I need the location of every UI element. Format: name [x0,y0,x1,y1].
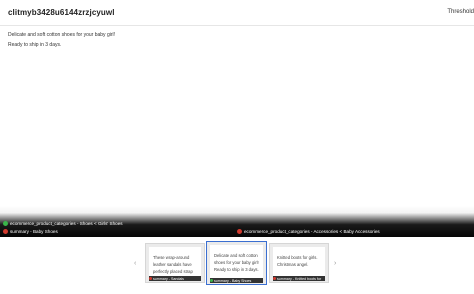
carousel-prev-icon[interactable]: ‹ [134,260,136,267]
red-dot-icon [3,229,8,234]
green-dot-icon [3,221,8,226]
summary-label-left: summary - Baby Shoes [3,229,58,234]
green-dot-icon [210,279,213,282]
card-footer-text: summary - Sandals [153,276,184,281]
category-label-right-text: ecommerce_product_categories - Accessori… [244,229,380,234]
threshold-label[interactable]: Threshold [447,9,474,15]
card-footer: summary - Knitted boots for [273,276,325,281]
card-text: Delicate and soft cotton shoes for your … [210,245,263,279]
content-line-2: Ready to ship in 3 days. [8,42,62,48]
carousel-card[interactable]: Knitted boots for girls. Christmas angel… [269,243,329,283]
card-text: These wrap-around leather sandals have p… [149,247,201,277]
record-header: clitmyb3428u6144zrzjcyuwl Threshold [0,0,474,26]
category-label-left: ecommerce_product_categories - Shoes < G… [3,221,123,226]
carousel-card-selected[interactable]: Delicate and soft cotton shoes for your … [206,241,267,285]
red-dot-icon [149,277,152,280]
card-footer-text: summary - Baby Shoes [214,278,252,283]
record-content: Delicate and soft cotton shoes for your … [8,30,448,50]
card-text: Knitted boots for girls. Christmas angel… [273,247,325,277]
record-id-title: clitmyb3428u6144zrzjcyuwl [8,8,115,17]
carousel-next-icon[interactable]: › [334,260,336,267]
card-footer-text: summary - Knitted boots for [277,276,322,281]
summary-label-left-text: summary - Baby Shoes [10,229,58,234]
category-label-left-text: ecommerce_product_categories - Shoes < G… [10,221,123,226]
label-strip: ecommerce_product_categories - Shoes < G… [0,206,474,237]
category-label-right: ecommerce_product_categories - Accessori… [237,229,380,234]
red-dot-icon [273,277,276,280]
card-footer: summary - Baby Shoes [210,278,263,283]
red-dot-icon [237,229,242,234]
thumbnail-carousel: ‹ These wrap-around leather sandals have… [0,238,474,294]
carousel-card[interactable]: These wrap-around leather sandals have p… [145,243,205,283]
card-footer: summary - Sandals [149,276,201,281]
content-line-1: Delicate and soft cotton shoes for your … [8,32,116,38]
